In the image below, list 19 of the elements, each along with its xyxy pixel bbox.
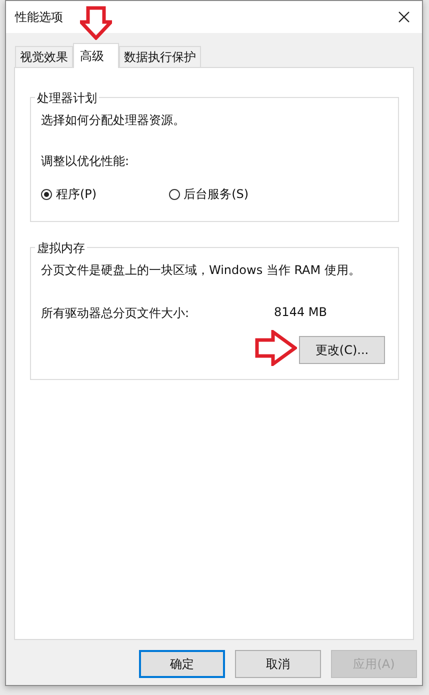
- prompt-text: 调整以优化性能:: [41, 153, 130, 170]
- tab[interactable]: 视觉效果: [15, 46, 73, 67]
- total-size-label: 所有驱动器总分页文件大小:: [41, 305, 190, 322]
- description-text: 分页文件是硬盘上的一块区域，Windows 当作 RAM 使用。: [41, 262, 362, 279]
- tab[interactable]: 数据执行保护: [119, 46, 201, 67]
- total-size-value: 8144 MB: [274, 305, 327, 321]
- group-title: 虚拟内存: [35, 240, 87, 257]
- down-arrow-icon: [80, 6, 112, 40]
- tab[interactable]: 高级: [73, 43, 119, 68]
- radio-option[interactable]: 后台服务(S): [168, 186, 249, 203]
- close-icon[interactable]: [398, 11, 410, 23]
- description-text: 选择如何分配处理器资源。: [41, 112, 186, 129]
- window-title: 性能选项: [15, 8, 63, 26]
- group-title: 处理器计划: [35, 90, 99, 107]
- dialog-button[interactable]: 确定: [139, 650, 225, 678]
- dialog-button[interactable]: 取消: [235, 650, 321, 678]
- radio-option[interactable]: 程序(P): [41, 186, 97, 203]
- change-button[interactable]: 更改(C)...: [299, 336, 385, 364]
- right-arrow-icon: [255, 330, 297, 366]
